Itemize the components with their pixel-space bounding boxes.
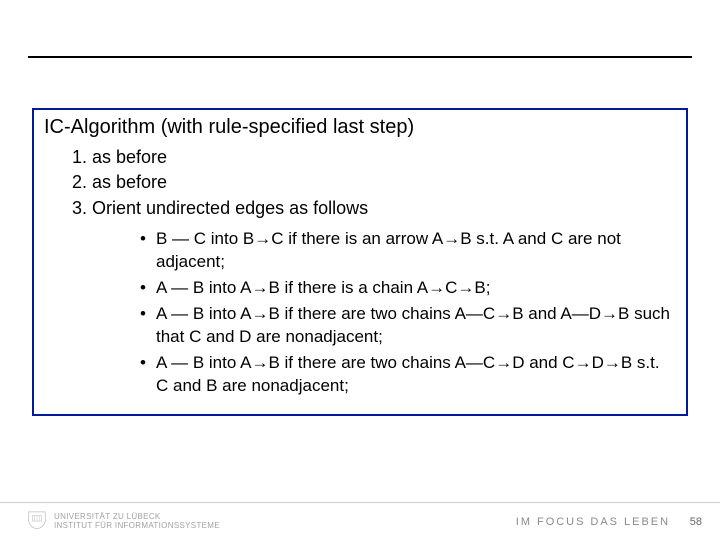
footer: UNIVERSITÄT ZU LÜBECK INSTITUT FÜR INFOR… xyxy=(0,502,720,540)
university-logo: UNIVERSITÄT ZU LÜBECK INSTITUT FÜR INFOR… xyxy=(26,510,220,534)
step-3-text: Orient undirected edges as follows xyxy=(92,198,368,218)
crest-icon xyxy=(26,510,48,534)
step-3: Orient undirected edges as follows B — C… xyxy=(92,196,676,398)
page-number: 58 xyxy=(690,516,702,528)
university-text: UNIVERSITÄT ZU LÜBECK INSTITUT FÜR INFOR… xyxy=(54,513,220,531)
rule-1: B — C into B→C if there is an arrow A→B … xyxy=(140,228,676,274)
step-2: as before xyxy=(92,170,676,194)
rule-list: B — C into B→C if there is an arrow A→B … xyxy=(140,228,676,398)
algorithm-box: IC-Algorithm (with rule-specified last s… xyxy=(32,108,688,416)
box-title: IC-Algorithm (with rule-specified last s… xyxy=(44,116,676,139)
step-1: as before xyxy=(92,145,676,169)
top-rule xyxy=(28,56,692,58)
rule-2: A — B into A→B if there is a chain A→C→B… xyxy=(140,277,676,300)
rule-4: A — B into A→B if there are two chains A… xyxy=(140,352,676,398)
uni-line2: INSTITUT FÜR INFORMATIONSSYSTEME xyxy=(54,522,220,531)
rule-3: A — B into A→B if there are two chains A… xyxy=(140,303,676,349)
step-list: as before as before Orient undirected ed… xyxy=(92,145,676,397)
footer-motto: IM FOCUS DAS LEBEN xyxy=(516,516,670,528)
